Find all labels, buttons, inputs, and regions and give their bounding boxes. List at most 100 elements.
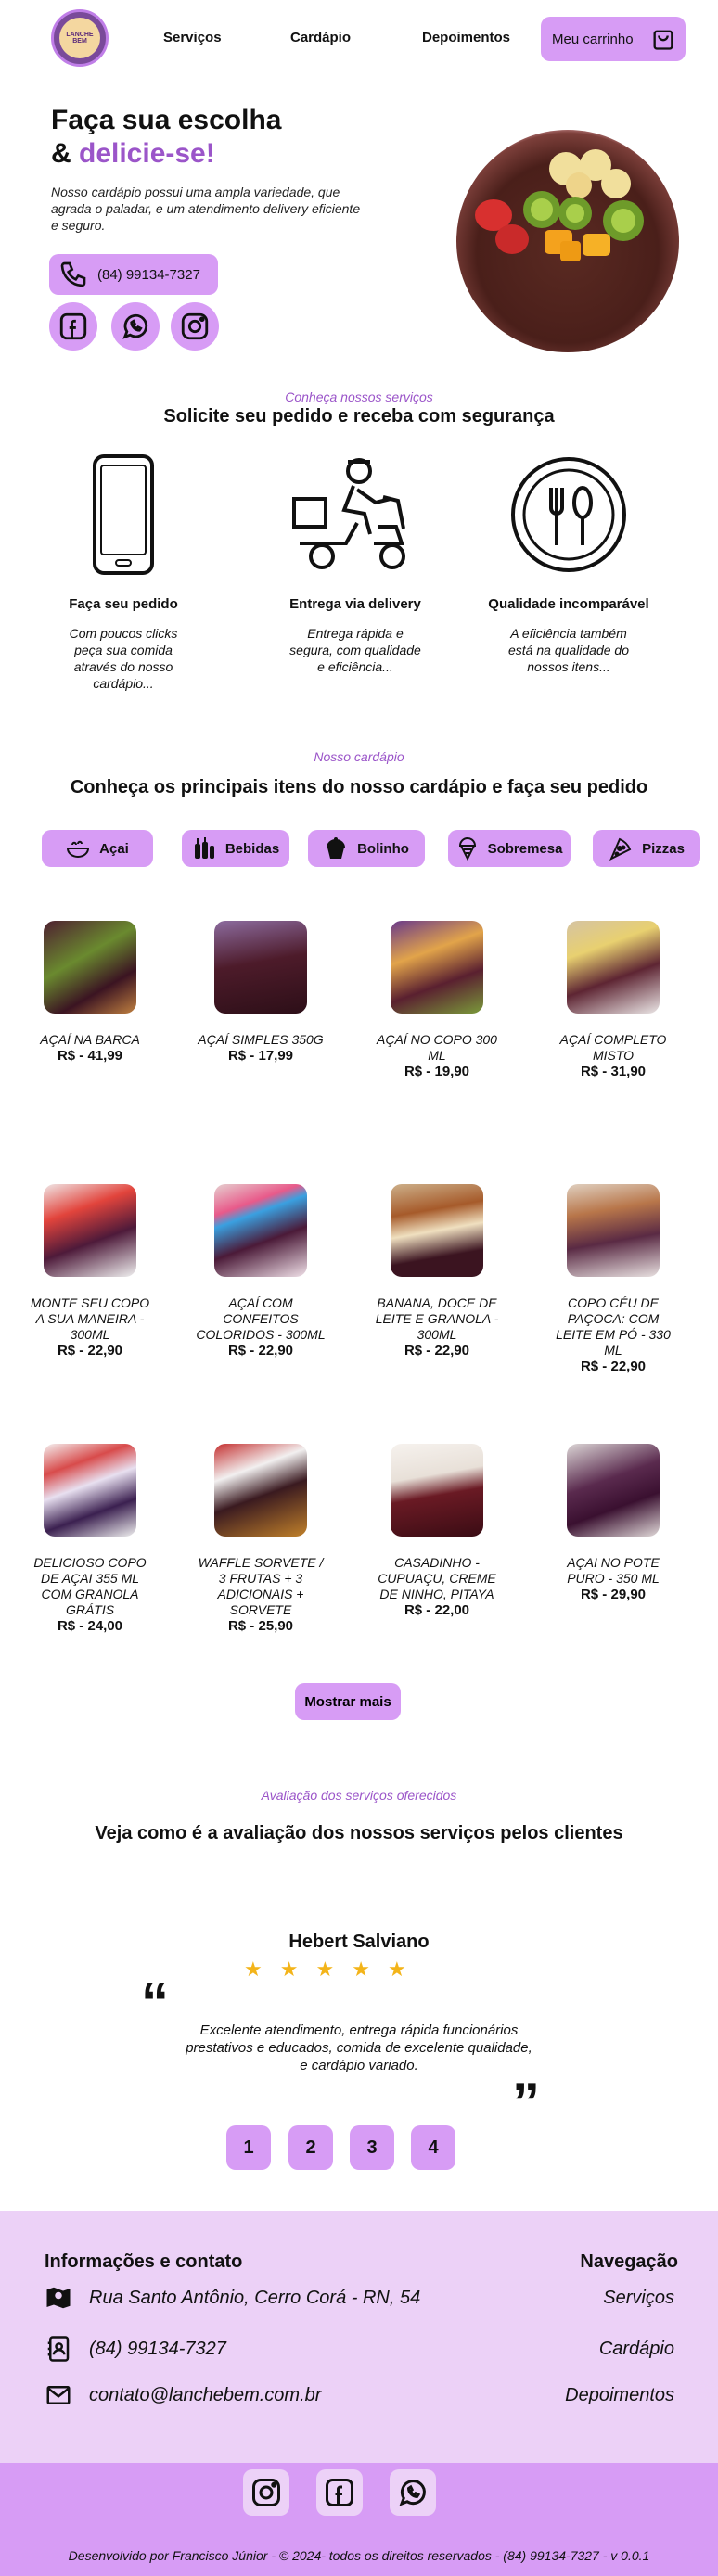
menu-item[interactable]: WAFFLE SORVETE / 3 FRUTAS + 3 ADICIONAIS…: [180, 1444, 341, 1635]
product-image: [567, 921, 660, 1014]
feature-order: Faça seu pedido Com poucos clicks peça s…: [17, 454, 230, 692]
phonebook-icon: [47, 2336, 70, 2362]
category-pizzas[interactable]: Pizzas: [593, 830, 700, 867]
star-icon: ★: [315, 1958, 335, 1981]
product-name: AÇAÍ NO COPO 300 ML: [377, 1032, 497, 1063]
footer-whatsapp-button[interactable]: [390, 2469, 436, 2516]
phone-number: (84) 99134-7327: [97, 266, 200, 283]
menu-item[interactable]: AÇAÍ SIMPLES 350G R$ - 17,99: [180, 921, 341, 1065]
show-more-button[interactable]: Mostrar mais: [295, 1683, 401, 1720]
star-icon: ★: [244, 1958, 263, 1981]
cart-button[interactable]: Meu carrinho: [541, 17, 686, 61]
instagram-icon: [252, 2479, 280, 2506]
reviewer-name: Hebert Salviano: [288, 1932, 430, 1952]
product-name: BANANA, DOCE DE LEITE E GRANOLA - 300ML: [375, 1295, 499, 1342]
plate-cutlery-icon: [511, 457, 626, 572]
product-name: COPO CÉU DE PAÇOCA: COM LEITE EM PÓ - 33…: [556, 1295, 671, 1358]
smartphone-icon: [93, 454, 154, 575]
category-bolinho[interactable]: Bolinho: [308, 830, 425, 867]
feature-quality-text: A eficiência também está na qualidade do…: [508, 626, 629, 674]
product-image: [391, 1444, 483, 1537]
product-name: CASADINHO - CUPUAÇU, CREME DE NINHO, PIT…: [378, 1555, 496, 1601]
product-price: R$ - 41,99: [57, 1048, 123, 1064]
menu-kicker: Nosso cardápio: [314, 749, 404, 764]
product-price: R$ - 29,90: [580, 1587, 647, 1602]
footer-link-depoimentos[interactable]: Depoimentos: [565, 2385, 674, 2406]
product-name: WAFFLE SORVETE / 3 FRUTAS + 3 ADICIONAIS…: [198, 1555, 324, 1617]
product-image: [391, 1184, 483, 1277]
nav-depoimentos[interactable]: Depoimentos: [422, 30, 510, 45]
product-price: R$ - 19,90: [404, 1064, 470, 1079]
footer-address: Rua Santo Antônio, Cerro Corá - RN, 54: [45, 2284, 420, 2312]
whatsapp-button[interactable]: [111, 302, 160, 351]
footer-nav-title: Navegação: [580, 2251, 678, 2272]
product-image: [44, 1184, 136, 1277]
menu-item[interactable]: AÇAÍ NO COPO 300 ML R$ - 19,90: [356, 921, 518, 1080]
menu-item[interactable]: CASADINHO - CUPUAÇU, CREME DE NINHO, PIT…: [356, 1444, 518, 1619]
product-price: R$ - 22,90: [580, 1358, 647, 1374]
product-price: R$ - 17,99: [227, 1048, 294, 1064]
product-price: R$ - 31,90: [580, 1064, 647, 1079]
menu-item[interactable]: AÇAI NO POTE PURO - 350 ML R$ - 29,90: [532, 1444, 694, 1603]
category-bebidas[interactable]: Bebidas: [182, 830, 289, 867]
nav-servicos[interactable]: Serviços: [163, 30, 222, 45]
product-price: R$ - 22,90: [57, 1343, 123, 1358]
menu-item[interactable]: AÇAÍ NA BARCA R$ - 41,99: [9, 921, 171, 1065]
product-image: [214, 1444, 307, 1537]
product-name: MONTE SEU COPO A SUA MANEIRA - 300ML: [30, 1295, 150, 1342]
footer-link-servicos[interactable]: Serviços: [603, 2288, 674, 2309]
menu-item[interactable]: AÇAÍ COM CONFEITOS COLORIDOS - 300ML R$ …: [180, 1184, 341, 1359]
feature-delivery-text: Entrega rápida e segura, com qualidade e…: [289, 626, 421, 674]
product-price: R$ - 25,90: [227, 1618, 294, 1634]
product-image: [214, 921, 307, 1014]
instagram-button[interactable]: [171, 302, 219, 351]
feature-quality-title: Qualidade incomparável: [488, 596, 649, 612]
footer-link-cardapio[interactable]: Cardápio: [599, 2339, 674, 2360]
menu-item[interactable]: BANANA, DOCE DE LEITE E GRANOLA - 300ML …: [356, 1184, 518, 1359]
acai-bowl-icon: [67, 840, 90, 858]
nav-cardapio[interactable]: Cardápio: [290, 30, 351, 45]
acai-bowl-image: [456, 130, 679, 352]
product-name: AÇAI NO POTE PURO - 350 ML: [567, 1555, 660, 1586]
product-image: [391, 921, 483, 1014]
services-title: Solicite seu pedido e receba com seguran…: [163, 406, 555, 427]
page-button-1[interactable]: 1: [226, 2125, 271, 2170]
star-icon: ★: [279, 1958, 299, 1981]
copyright: Desenvolvido por Francisco Júnior - © 20…: [68, 2548, 650, 2563]
feature-quality: Qualidade incomparável A eficiência tamb…: [462, 454, 675, 675]
product-name: AÇAÍ COM CONFEITOS COLORIDOS - 300ML: [196, 1295, 326, 1342]
page-button-4[interactable]: 4: [411, 2125, 455, 2170]
footer-phone: (84) 99134-7327: [45, 2335, 226, 2363]
product-name: AÇAÍ COMPLETO MISTO: [559, 1032, 667, 1063]
star-icon: ★: [352, 1958, 370, 1981]
product-price: R$ - 22,90: [227, 1343, 294, 1358]
menu-item[interactable]: AÇAÍ COMPLETO MISTO R$ - 31,90: [532, 921, 694, 1080]
hero-accent: delicie-se!: [79, 138, 215, 169]
feature-order-title: Faça seu pedido: [69, 596, 178, 612]
services-kicker: Conheça nossos serviços: [285, 389, 433, 404]
feature-order-text: Com poucos clicks peça sua comida atravé…: [69, 626, 178, 691]
page-button-3[interactable]: 3: [350, 2125, 394, 2170]
cart-label: Meu carrinho: [552, 31, 634, 47]
footer-instagram-button[interactable]: [243, 2469, 289, 2516]
quote-close-icon: ”: [512, 2072, 540, 2134]
feature-delivery-title: Entrega via delivery: [289, 596, 421, 612]
shopping-bag-icon: [653, 30, 673, 50]
menu-title: Conheça os principais itens do nosso car…: [70, 777, 648, 797]
product-image: [44, 1444, 136, 1537]
category-acai[interactable]: Açai: [42, 830, 153, 867]
facebook-button[interactable]: [49, 302, 97, 351]
product-price: R$ - 24,00: [57, 1618, 123, 1634]
category-sobremesa[interactable]: Sobremesa: [448, 830, 571, 867]
footer-facebook-button[interactable]: [316, 2469, 363, 2516]
logo[interactable]: LANCHE BEM: [51, 9, 109, 67]
menu-item[interactable]: MONTE SEU COPO A SUA MANEIRA - 300ML R$ …: [9, 1184, 171, 1359]
page-button-2[interactable]: 2: [288, 2125, 333, 2170]
cupcake-icon: [327, 837, 346, 859]
phone-button[interactable]: (84) 99134-7327: [49, 254, 218, 295]
pizza-slice-icon: [609, 837, 632, 861]
facebook-icon: [59, 312, 87, 340]
product-name: DELICIOSO COPO DE AÇAI 355 ML COM GRANOL…: [33, 1555, 147, 1617]
menu-item[interactable]: COPO CÉU DE PAÇOCA: COM LEITE EM PÓ - 33…: [532, 1184, 694, 1375]
menu-item[interactable]: DELICIOSO COPO DE AÇAI 355 ML COM GRANOL…: [9, 1444, 171, 1635]
